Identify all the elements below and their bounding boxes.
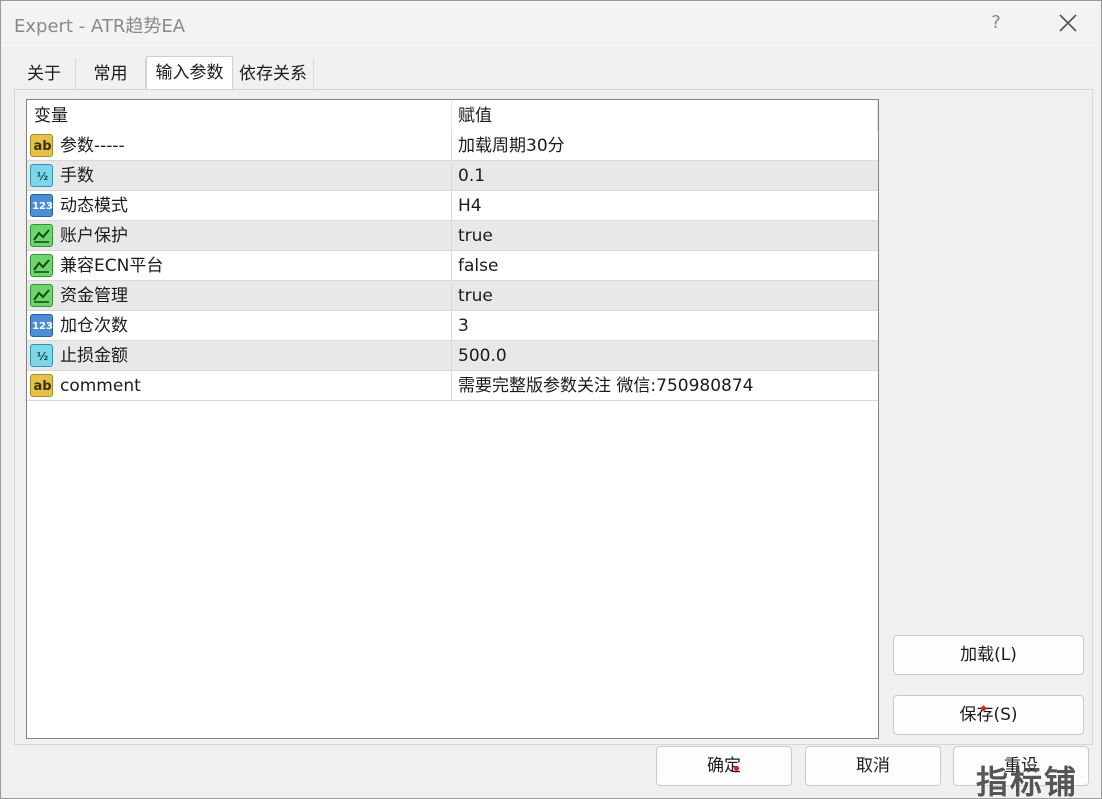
value-cell[interactable]: true xyxy=(452,281,878,310)
value-cell[interactable]: 3 xyxy=(452,311,878,340)
save-button[interactable]: 保存(S) xyxy=(893,695,1084,735)
value-cell[interactable]: 500.0 xyxy=(452,341,878,370)
close-icon xyxy=(1059,14,1077,32)
tab-inputs[interactable]: 输入参数 xyxy=(146,56,233,89)
variable-cell: ½ 止损金额 xyxy=(27,341,452,370)
string-type-icon: ab xyxy=(30,134,53,157)
int-type-icon: 123 xyxy=(30,194,53,217)
variable-name: 参数----- xyxy=(60,136,125,156)
table-row[interactable]: ½ 手数 0.1 xyxy=(27,161,878,191)
load-button[interactable]: 加载(L) xyxy=(893,635,1084,675)
variable-cell: ab 参数----- xyxy=(27,131,452,160)
variable-name: 手数 xyxy=(60,166,94,186)
title-bar: Expert - ATR趋势EA ? xyxy=(1,1,1101,47)
table-row[interactable]: ab 参数----- 加载周期30分 xyxy=(27,131,878,161)
bool-type-icon xyxy=(30,254,53,277)
close-button[interactable] xyxy=(1041,3,1095,43)
variable-name: 账户保护 xyxy=(60,226,128,246)
bool-type-icon xyxy=(30,224,53,247)
value-cell[interactable]: 需要完整版参数关注 微信:750980874 xyxy=(452,371,878,400)
table-row[interactable]: 兼容ECN平台 false xyxy=(27,251,878,281)
cursor-dot-icon xyxy=(981,706,986,711)
string-type-icon: ab xyxy=(30,374,53,397)
tab-common[interactable]: 常用 xyxy=(76,59,146,89)
window-title: Expert - ATR趋势EA xyxy=(14,16,186,37)
tab-dependencies[interactable]: 依存关系 xyxy=(233,59,314,89)
ok-button[interactable]: 确定 xyxy=(656,746,792,786)
variable-cell: 资金管理 xyxy=(27,281,452,310)
double-type-icon: ½ xyxy=(30,344,53,367)
value-cell[interactable]: 0.1 xyxy=(452,161,878,190)
value-cell[interactable]: H4 xyxy=(452,191,878,220)
variable-name: 资金管理 xyxy=(60,286,128,306)
variable-cell: ab comment xyxy=(27,371,452,400)
column-header-value[interactable]: 赋值 xyxy=(452,100,878,131)
double-type-icon: ½ xyxy=(30,164,53,187)
table-header: 变量 赋值 xyxy=(27,100,878,131)
variable-cell: 兼容ECN平台 xyxy=(27,251,452,280)
bool-type-icon xyxy=(30,284,53,307)
variable-name: 动态模式 xyxy=(60,196,128,216)
variable-name: 加仓次数 xyxy=(60,316,128,336)
help-button[interactable]: ? xyxy=(969,3,1023,43)
value-cell[interactable]: true xyxy=(452,221,878,250)
int-type-icon: 123 xyxy=(30,314,53,337)
inputs-table: 变量 赋值 ab 参数----- 加载周期30分 ½ 手数 0.1 123 动态… xyxy=(26,99,879,739)
value-cell[interactable]: false xyxy=(452,251,878,280)
expert-properties-dialog: Expert - ATR趋势EA ? 关于 常用 输入参数 依存关系 变量 赋值… xyxy=(0,0,1102,799)
variable-cell: 账户保护 xyxy=(27,221,452,250)
variable-cell: 123 动态模式 xyxy=(27,191,452,220)
table-row[interactable]: 账户保护 true xyxy=(27,221,878,251)
cursor-dot-icon xyxy=(734,766,739,771)
variable-cell: 123 加仓次数 xyxy=(27,311,452,340)
table-row[interactable]: 资金管理 true xyxy=(27,281,878,311)
column-header-variable[interactable]: 变量 xyxy=(27,100,452,131)
watermark-logo: 指标铺 xyxy=(976,763,1079,799)
table-row[interactable]: ½ 止损金额 500.0 xyxy=(27,341,878,371)
save-button-label: 保存(S) xyxy=(959,705,1018,725)
variable-cell: ½ 手数 xyxy=(27,161,452,190)
variable-name: comment xyxy=(60,376,141,396)
variable-name: 兼容ECN平台 xyxy=(60,256,164,276)
value-cell[interactable]: 加载周期30分 xyxy=(452,131,878,160)
table-row[interactable]: 123 动态模式 H4 xyxy=(27,191,878,221)
table-row[interactable]: ab comment 需要完整版参数关注 微信:750980874 xyxy=(27,371,878,401)
cancel-button[interactable]: 取消 xyxy=(805,746,941,786)
tab-about[interactable]: 关于 xyxy=(13,59,76,89)
table-row[interactable]: 123 加仓次数 3 xyxy=(27,311,878,341)
variable-name: 止损金额 xyxy=(60,346,128,366)
